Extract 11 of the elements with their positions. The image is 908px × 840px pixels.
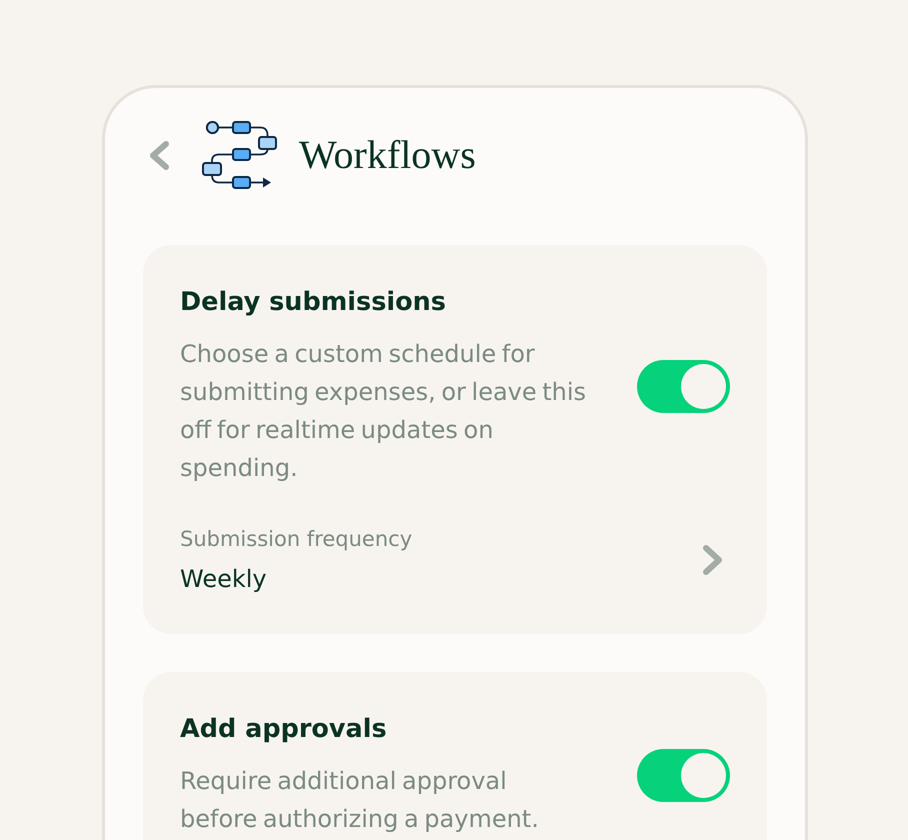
chevron-right-icon[interactable] <box>702 544 724 576</box>
setting-title: Add approvals <box>180 713 388 746</box>
option-value: Weekly <box>180 564 267 595</box>
setting-description: Choose a custom schedule for submitting expenses, or leave this off for realtime updates on spending. <box>180 339 587 484</box>
back-chevron-icon[interactable] <box>148 140 170 170</box>
flowchart-icon <box>202 121 277 189</box>
option-label: Submission frequency <box>180 526 412 553</box>
setting-description: Require additional approval before authorizing a payment. <box>180 766 540 835</box>
setting-title: Delay submissions <box>180 286 447 319</box>
toggle-switch[interactable] <box>637 360 730 412</box>
page-title: Workflows <box>299 131 476 179</box>
